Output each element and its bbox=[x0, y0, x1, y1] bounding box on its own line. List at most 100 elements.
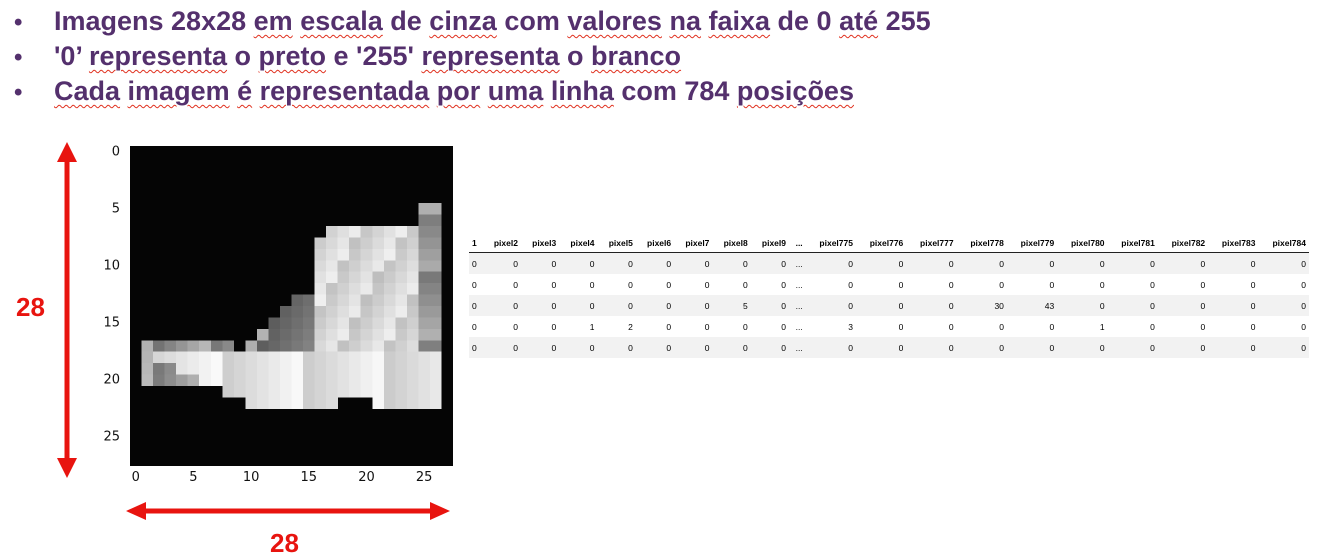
text-segment: e '255' bbox=[326, 41, 422, 71]
table-cell: 0 bbox=[666, 321, 672, 332]
table-cell: 0 bbox=[1208, 337, 1259, 358]
pixel-table: 1 pixel2 pixel3 pixel4 pixel5 pixel6 pixel7 pix… bbox=[469, 236, 1309, 358]
column-header: pixel779 bbox=[1006, 236, 1058, 253]
x-tick-label: 0 bbox=[131, 470, 140, 485]
spellcheck-word: valores bbox=[567, 6, 662, 36]
table-cell: 0 bbox=[1200, 321, 1206, 332]
table-cell: 0 bbox=[898, 321, 904, 332]
table-cell: 0 bbox=[666, 279, 672, 290]
width-arrow bbox=[126, 502, 450, 520]
spellcheck-word: representa bbox=[88, 41, 228, 71]
table-cell: ... bbox=[789, 295, 806, 316]
table-cell: 0 bbox=[597, 337, 636, 358]
table-cell: 0 bbox=[855, 337, 907, 358]
text-segment: 255 bbox=[878, 6, 931, 36]
spellcheck-word: preto bbox=[258, 41, 327, 71]
table-row: 0 0 0 0 0 0 0 0 0... 0 0 0 0 0 0 0 0 0 0 bbox=[469, 337, 1309, 358]
spellcheck-word: linha bbox=[550, 76, 614, 106]
table-row: 0 0 0 1 2 0 0 0 0... 3 0 0 0 0 1 0 0 0 0 bbox=[469, 316, 1309, 337]
spellcheck-word: na bbox=[669, 6, 701, 36]
table-cell: 0 bbox=[805, 252, 856, 274]
table-cell: 0 bbox=[848, 279, 853, 290]
table-cell: 43 bbox=[1006, 295, 1058, 316]
table-cell: 0 bbox=[750, 252, 790, 274]
x-tick-label: 5 bbox=[189, 470, 198, 485]
table-cell: 0 bbox=[704, 279, 710, 290]
text-segment bbox=[230, 76, 238, 106]
table-cell: ... bbox=[789, 252, 806, 274]
column-header: pixel3 bbox=[520, 236, 560, 253]
table-cell: 0 bbox=[742, 279, 748, 290]
table-cell: 0 bbox=[469, 252, 483, 274]
spellcheck-word: cinza bbox=[429, 6, 497, 36]
table-cell: ... bbox=[795, 279, 803, 290]
spellcheck-word: por bbox=[436, 76, 481, 106]
text-segment bbox=[543, 76, 551, 106]
table-cell: 0 bbox=[559, 295, 598, 316]
table-cell: 0 bbox=[1150, 321, 1155, 332]
y-tick-label: 10 bbox=[103, 258, 120, 274]
spellcheck-word: em bbox=[253, 6, 293, 36]
column-header: ... bbox=[789, 236, 806, 253]
table-cell: 0 bbox=[469, 295, 483, 316]
table-cell: 0 bbox=[1208, 252, 1259, 274]
column-header: pixel777 bbox=[906, 236, 957, 253]
column-header: pixel8 bbox=[712, 236, 751, 253]
table-cell: 0 bbox=[559, 252, 598, 274]
bullet-marker: • bbox=[14, 79, 23, 106]
y-tick-label: 0 bbox=[111, 144, 120, 160]
text-segment: '0’ bbox=[54, 41, 89, 71]
table-cell: ... bbox=[795, 321, 803, 332]
bullet-item: • '0’ representa o preto e '255' represen… bbox=[14, 41, 931, 76]
text-segment: o bbox=[227, 41, 259, 71]
table-cell: 3 bbox=[848, 321, 853, 332]
bullet-marker: • bbox=[14, 44, 23, 71]
table-cell: 0 bbox=[712, 252, 751, 274]
shoe-image bbox=[130, 146, 453, 466]
y-tick-label: 15 bbox=[103, 315, 120, 331]
text-segment: com bbox=[496, 6, 568, 36]
x-tick-label: 25 bbox=[415, 470, 433, 485]
table-cell: 30 bbox=[956, 295, 1007, 316]
text-segment bbox=[120, 76, 128, 106]
column-header: pixel783 bbox=[1208, 236, 1259, 253]
spellcheck-word: até bbox=[839, 6, 879, 36]
height-label: 28 bbox=[16, 292, 45, 322]
spellcheck-word: imagem bbox=[127, 76, 230, 106]
table-cell: 0 bbox=[482, 295, 521, 316]
table-cell: 0 bbox=[906, 295, 957, 316]
column-header: pixel2 bbox=[482, 236, 521, 253]
table-cell: 0 bbox=[805, 295, 856, 316]
bullet-item: • Imagens 28x28 em escala de cinza com va… bbox=[14, 6, 931, 41]
table-cell: 0 bbox=[520, 252, 560, 274]
pixel-table-container: 1 pixel2 pixel3 pixel4 pixel5 pixel6 pixel7 pix… bbox=[469, 236, 1309, 358]
text-segment: de bbox=[382, 6, 430, 36]
table-cell: 0 bbox=[1099, 279, 1105, 290]
table-cell: 0 bbox=[472, 321, 477, 332]
table-cell: 0 bbox=[712, 337, 751, 358]
table-cell: 0 bbox=[469, 337, 483, 358]
table-cell: 0 bbox=[1107, 252, 1158, 274]
table-cell: 0 bbox=[750, 295, 790, 316]
text-segment: Imagens 28x28 bbox=[54, 6, 254, 36]
spellcheck-word: faixa bbox=[708, 6, 771, 36]
column-header: pixel776 bbox=[855, 236, 907, 253]
table-row: 0 0 0 0 0 0 0 0 0... 0 0 0 0 0 0 0 0 0 0 bbox=[469, 274, 1309, 295]
x-tick-label: 10 bbox=[242, 470, 260, 485]
table-cell: 0 bbox=[482, 337, 521, 358]
table-cell: 0 bbox=[1258, 295, 1309, 316]
table-cell: 0 bbox=[635, 295, 675, 316]
table-cell: 0 bbox=[750, 337, 790, 358]
spellcheck-word: representa bbox=[421, 41, 560, 71]
table-cell: 0 bbox=[1049, 279, 1055, 290]
y-tick-label: 5 bbox=[111, 201, 120, 217]
height-arrow bbox=[57, 142, 77, 478]
spellcheck-word: posições bbox=[736, 76, 854, 106]
table-cell: 0 bbox=[551, 321, 557, 332]
table-cell: 0 bbox=[1006, 337, 1058, 358]
table-cell: 0 bbox=[1157, 337, 1209, 358]
bullet-marker: • bbox=[14, 9, 23, 36]
table-cell: 0 bbox=[1258, 252, 1309, 274]
spellcheck-word: branco bbox=[591, 41, 682, 71]
table-cell: 0 bbox=[999, 321, 1004, 332]
